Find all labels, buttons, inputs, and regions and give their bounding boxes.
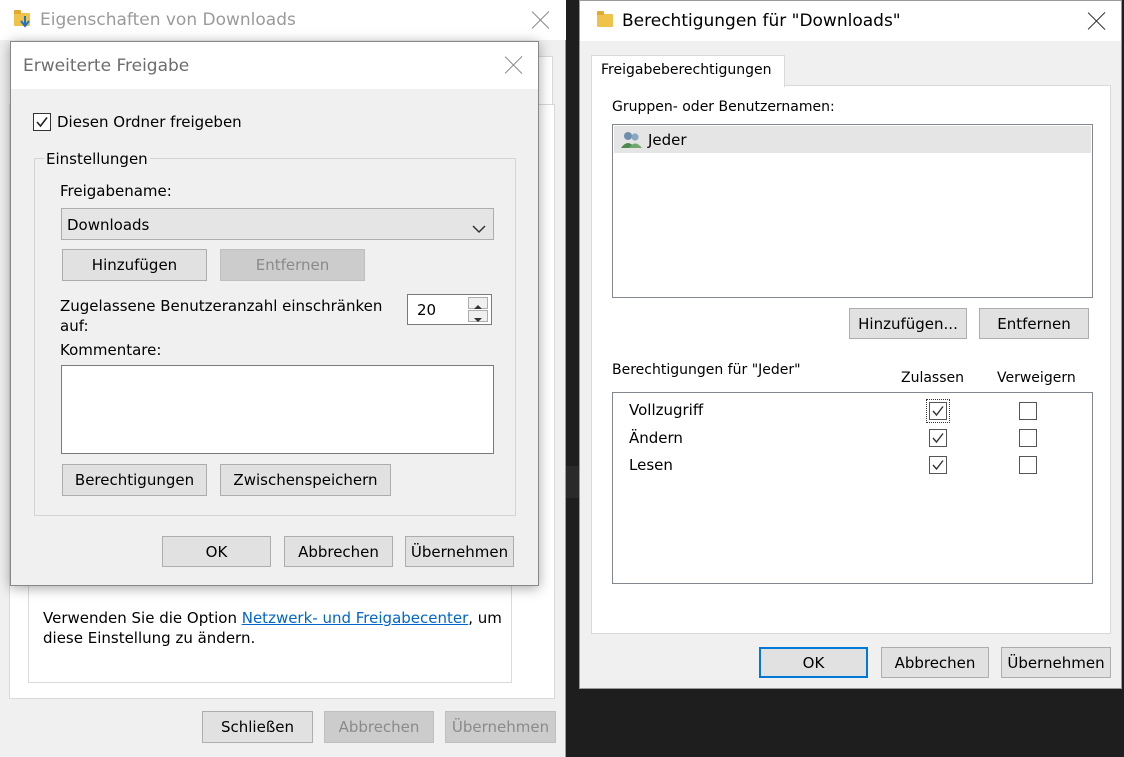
settings-group-label: Einstellungen — [44, 150, 150, 168]
network-info-text: Verwenden Sie die Option Netzwerk- und F… — [43, 608, 503, 648]
user-name: Jeder — [648, 131, 687, 149]
share-name-value: Downloads — [67, 216, 150, 234]
permissions-button[interactable]: Berechtigungen — [62, 464, 207, 496]
apply-button[interactable]: Übernehmen — [405, 536, 514, 567]
add-share-button[interactable]: Hinzufügen — [62, 249, 207, 281]
groups-label: Gruppen- oder Benutzernamen: — [612, 99, 835, 115]
folder-icon — [597, 11, 613, 27]
close-button[interactable]: Schließen — [202, 711, 313, 743]
share-name-select[interactable]: Downloads — [61, 208, 494, 240]
network-center-link[interactable]: Netzwerk- und Freigabecenter — [242, 609, 469, 627]
ok-button[interactable]: OK — [759, 647, 868, 678]
close-icon[interactable] — [1087, 11, 1107, 31]
user-limit-stepper[interactable]: 20 — [407, 294, 492, 325]
cancel-button[interactable]: Abbrechen — [881, 647, 989, 678]
stepper-down-button[interactable] — [468, 310, 488, 322]
deny-heading: Verweigern — [997, 370, 1076, 386]
deny-checkbox[interactable] — [1019, 429, 1037, 447]
user-limit-value: 20 — [417, 301, 437, 319]
permission-name: Vollzugriff — [629, 401, 704, 419]
close-icon[interactable] — [531, 10, 551, 30]
share-folder-label: Diesen Ordner freigeben — [57, 113, 242, 131]
add-user-button[interactable]: Hinzufügen... — [849, 308, 967, 339]
list-item[interactable]: Jeder — [614, 126, 1091, 153]
remove-user-button[interactable]: Entfernen — [979, 308, 1089, 339]
deny-checkbox[interactable] — [1019, 402, 1037, 420]
cancel-button[interactable]: Abbrechen — [284, 536, 393, 567]
cancel-button[interactable]: Abbrechen — [324, 711, 434, 743]
permissions-title: Berechtigungen für "Downloads" — [622, 11, 901, 31]
permissions-window: Berechtigungen für "Downloads" Freigabeb… — [579, 0, 1122, 689]
ok-button[interactable]: OK — [162, 536, 271, 567]
advanced-share-dialog: Erweiterte Freigabe Diesen Ordner freige… — [10, 41, 539, 586]
share-name-label: Freigabename: — [60, 182, 172, 200]
advanced-share-titlebar: Erweiterte Freigabe — [11, 42, 538, 89]
comments-label: Kommentare: — [60, 341, 162, 359]
caching-button[interactable]: Zwischenspeichern — [220, 464, 391, 496]
allow-checkbox[interactable] — [929, 456, 947, 474]
tab-label: Freigabeberechtigungen — [601, 62, 772, 78]
permissions-heading: Berechtigungen für "Jeder" — [612, 362, 801, 378]
close-icon[interactable] — [504, 55, 524, 75]
share-folder-checkbox[interactable] — [33, 113, 51, 131]
stepper-up-button[interactable] — [468, 297, 488, 309]
properties-titlebar: Eigenschaften von Downloads — [0, 0, 566, 40]
users-group-icon — [620, 130, 644, 154]
permission-name: Ändern — [629, 429, 683, 447]
advanced-share-title: Erweiterte Freigabe — [23, 56, 190, 76]
permission-name: Lesen — [629, 456, 673, 474]
allow-heading: Zulassen — [901, 370, 965, 386]
background-strip — [566, 466, 579, 498]
apply-button[interactable]: Übernehmen — [445, 711, 556, 743]
info-text: Verwenden Sie die Option — [43, 609, 237, 627]
comments-textarea[interactable] — [61, 365, 494, 454]
apply-button[interactable]: Übernehmen — [1001, 647, 1111, 678]
user-limit-label: Zugelassene Benutzeranzahl einschränken … — [60, 296, 382, 336]
allow-checkbox[interactable] — [929, 402, 947, 420]
info-suffix: , um — [468, 609, 502, 627]
permissions-titlebar: Berechtigungen für "Downloads" — [580, 1, 1121, 41]
permissions-list: Vollzugriff Ändern Lesen — [612, 392, 1093, 584]
user-limit-line1: Zugelassene Benutzeranzahl einschränken — [60, 297, 383, 315]
users-list[interactable]: Jeder — [612, 124, 1093, 298]
deny-checkbox[interactable] — [1019, 456, 1037, 474]
user-limit-line2: auf: — [60, 317, 89, 335]
remove-share-button[interactable]: Entfernen — [220, 249, 365, 281]
allow-checkbox[interactable] — [929, 429, 947, 447]
download-arrow-icon — [20, 14, 30, 28]
info-line2: diese Einstellung zu ändern. — [43, 629, 256, 647]
share-permissions-tab[interactable]: Freigabeberechtigungen — [591, 55, 785, 87]
properties-title: Eigenschaften von Downloads — [40, 10, 296, 30]
chevron-down-icon — [472, 220, 486, 238]
